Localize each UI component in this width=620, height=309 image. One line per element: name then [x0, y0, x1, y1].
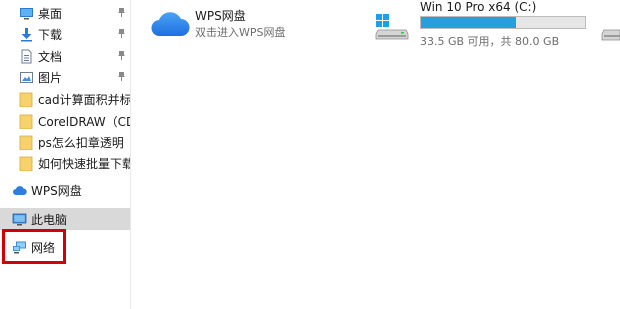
drive-c-space-text: 33.5 GB 可用，共 80.0 GB [420, 35, 560, 48]
desktop-icon [20, 8, 33, 20]
nav-item-label: 此电脑 [31, 213, 68, 227]
nav-item-desktop[interactable]: 桌面 [0, 2, 130, 24]
wps-drive-tile[interactable]: WPS网盘 双击进入WPS网盘 [148, 4, 348, 44]
pin-icon [118, 29, 125, 38]
drive-usage-bar [420, 16, 586, 29]
nav-item-label: 文档 [38, 50, 63, 64]
pin-icon [118, 8, 125, 17]
nav-item-this-pc[interactable]: 此电脑 [0, 208, 130, 230]
nav-item-label: 如何快速批量下载网 [38, 157, 130, 171]
nav-item-pictures[interactable]: 图片 [0, 66, 130, 88]
pane-divider[interactable] [130, 0, 131, 309]
nav-item-label: cad计算面积并标注 [38, 93, 130, 107]
folder-icon [19, 114, 33, 129]
computer-icon [12, 213, 27, 226]
nav-item-downloads[interactable]: 下载 [0, 23, 130, 45]
folder-icon [19, 135, 33, 150]
nav-item-folder-coreldraw[interactable]: CorelDRAW（CDR [0, 110, 130, 132]
nav-item-label: 下载 [38, 28, 63, 42]
wps-tile-title: WPS网盘 [195, 9, 246, 23]
drive-usage-fill [421, 17, 517, 28]
download-icon [21, 28, 32, 42]
pin-icon [118, 51, 125, 60]
picture-icon [20, 72, 33, 83]
nav-item-folder-ps[interactable]: ps怎么扣章透明 [0, 131, 130, 153]
partial-drive-icon[interactable] [600, 26, 620, 44]
navigation-pane: 桌面 下载 文档 图片 cad计算面积并标 CorelDRAW（C ps怎么扣章… [0, 0, 130, 309]
pin-icon [118, 72, 125, 81]
nav-item-label: CorelDRAW（CDR [38, 115, 130, 129]
wps-cloud-icon [151, 12, 190, 37]
drive-c-title: Win 10 Pro x64 (C:) [420, 0, 537, 14]
nav-item-label: ps怎么扣章透明 [38, 136, 124, 150]
windows-drive-icon [375, 14, 409, 40]
folder-icon [19, 156, 33, 171]
nav-item-label: 桌面 [38, 7, 63, 21]
nav-item-wps-drive[interactable]: WPS网盘 [0, 179, 130, 201]
document-icon [21, 49, 32, 64]
nav-item-documents[interactable]: 文档 [0, 45, 130, 67]
nav-item-label: 图片 [38, 71, 63, 85]
cloud-icon [13, 186, 27, 195]
folder-icon [19, 92, 33, 107]
nav-item-folder-batch-download[interactable]: 如何快速批量下载网 [0, 152, 130, 174]
annotation-highlight-box [2, 229, 66, 264]
nav-item-folder-cad[interactable]: cad计算面积并标注 [0, 88, 130, 110]
nav-item-label: WPS网盘 [31, 184, 82, 198]
wps-tile-subtitle: 双击进入WPS网盘 [195, 26, 286, 39]
